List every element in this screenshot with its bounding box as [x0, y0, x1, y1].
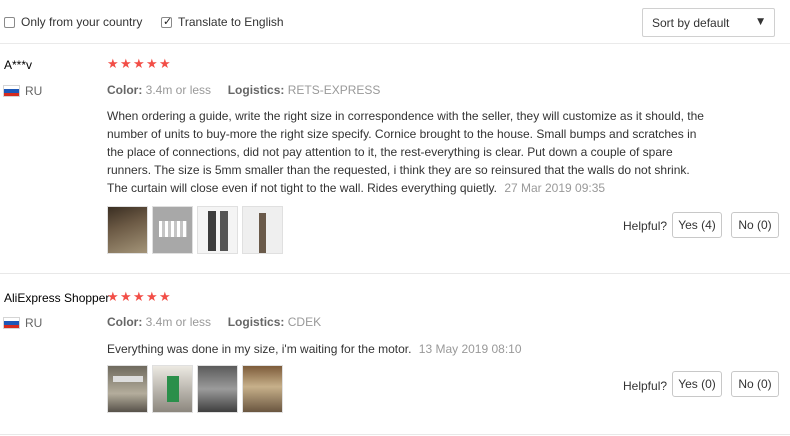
sort-dropdown[interactable]: Sort by default ▼	[642, 8, 775, 37]
review-item: A***v RU ★ ★ ★ ★ ★ Color: 3.4m or less Logis…	[0, 44, 790, 274]
review-photo-thumbnail[interactable]	[107, 365, 148, 413]
star-icon: ★	[146, 57, 158, 72]
review-photo-thumbnail[interactable]	[242, 365, 283, 413]
star-icon: ★	[107, 57, 119, 72]
star-rating: ★ ★ ★ ★ ★	[107, 58, 172, 72]
helpful-yes-button[interactable]: Yes (0)	[672, 371, 722, 397]
only-from-country-label: Only from your country	[21, 15, 143, 29]
review-photos	[107, 365, 287, 413]
checkbox-unchecked[interactable]	[4, 16, 15, 28]
review-photo-thumbnail[interactable]	[152, 206, 193, 254]
review-country: RU	[3, 316, 42, 330]
review-date: 13 May 2019 08:10	[418, 342, 522, 356]
logistics-key: Logistics:	[227, 83, 285, 97]
translate-to-english-label: Translate to English	[178, 15, 284, 29]
review-body: When ordering a guide, write the right s…	[107, 109, 704, 195]
sort-dropdown-label: Sort by default	[652, 15, 730, 30]
review-item: AliExpress Shopper RU ★ ★ ★ ★ ★ Color: 3.4m …	[0, 275, 790, 435]
only-from-country-checkbox[interactable]: Only from your country	[4, 15, 142, 29]
translate-to-english-checkbox[interactable]: Translate to English	[161, 15, 284, 29]
star-icon: ★	[159, 57, 171, 72]
checkbox-checked[interactable]	[161, 15, 172, 28]
russia-flag-icon	[3, 317, 20, 329]
star-icon: ★	[107, 290, 119, 305]
review-text: When ordering a guide, write the right s…	[107, 107, 707, 197]
logistics-key: Logistics:	[227, 315, 285, 329]
logistics-value: RETS-EXPRESS	[287, 83, 381, 97]
review-photo-thumbnail[interactable]	[242, 206, 283, 254]
color-key: Color:	[107, 83, 143, 97]
logistics-value: CDEK	[287, 315, 322, 329]
country-code: RU	[25, 84, 43, 98]
star-icon: ★	[120, 57, 132, 72]
star-icon: ★	[133, 290, 145, 305]
review-photo-thumbnail[interactable]	[107, 206, 148, 254]
helpful-label: Helpful?	[623, 219, 668, 233]
review-attributes: Color: 3.4m or less Logistics: RETS-EXPR…	[107, 83, 380, 97]
review-author: AliExpress Shopper	[4, 291, 110, 305]
helpful-no-button[interactable]: No (0)	[731, 212, 779, 238]
helpful-label: Helpful?	[623, 379, 668, 393]
chevron-down-icon: ▼	[757, 17, 764, 27]
review-body: Everything was done in my size, i'm wait…	[107, 342, 412, 356]
review-attributes: Color: 3.4m or less Logistics: CDEK	[107, 315, 321, 329]
star-icon: ★	[133, 57, 145, 72]
star-rating: ★ ★ ★ ★ ★	[107, 291, 172, 305]
review-date: 27 Mar 2019 09:35	[504, 181, 606, 195]
star-icon: ★	[159, 290, 171, 305]
color-value: 3.4m or less	[145, 315, 212, 329]
review-photo-thumbnail[interactable]	[197, 206, 238, 254]
color-value: 3.4m or less	[145, 83, 212, 97]
star-icon: ★	[146, 290, 158, 305]
russia-flag-icon	[3, 85, 20, 97]
star-icon: ★	[120, 290, 132, 305]
country-code: RU	[25, 316, 43, 330]
review-country: RU	[3, 84, 42, 98]
review-photo-thumbnail[interactable]	[197, 365, 238, 413]
helpful-no-button[interactable]: No (0)	[731, 371, 779, 397]
review-photo-thumbnail[interactable]	[152, 365, 193, 413]
color-key: Color:	[107, 315, 143, 329]
review-text: Everything was done in my size, i'm wait…	[107, 340, 667, 358]
review-filter-bar: Only from your country Translate to Engl…	[0, 0, 790, 44]
review-author: A***v	[4, 58, 33, 72]
review-photos	[107, 206, 287, 254]
helpful-yes-button[interactable]: Yes (4)	[672, 212, 722, 238]
